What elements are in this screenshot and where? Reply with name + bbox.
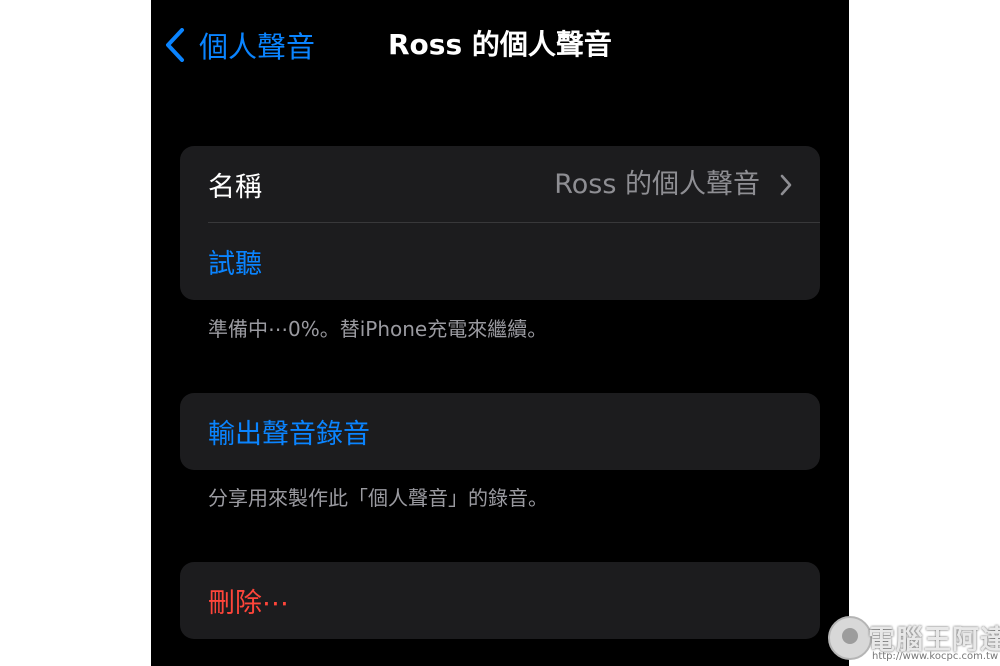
export-description-text: 分享用來製作此「個人聲音」的錄音。 <box>208 486 548 510</box>
page-title: Ross 的個人聲音 <box>388 28 612 61</box>
listen-row[interactable]: 試聽 <box>180 223 820 300</box>
name-label: 名稱 <box>208 172 262 203</box>
back-button[interactable]: 個人聲音 <box>165 24 315 66</box>
export-recordings-label: 輸出聲音錄音 <box>208 419 370 450</box>
navigation-bar: 個人聲音 Ross 的個人聲音 <box>151 0 849 90</box>
delete-group: 刪除⋯ <box>180 562 820 639</box>
listen-button-label: 試聽 <box>208 249 262 280</box>
settings-screen: 個人聲音 Ross 的個人聲音 名稱 Ross 的個人聲音 試聽 準備中⋯0%。… <box>151 0 849 666</box>
back-button-label: 個人聲音 <box>199 30 316 64</box>
export-recordings-row[interactable]: 輸出聲音錄音 <box>180 393 820 470</box>
watermark-logo-icon <box>828 616 872 660</box>
chevron-right-icon <box>780 174 792 196</box>
export-group: 輸出聲音錄音 <box>180 393 820 470</box>
delete-button-label: 刪除⋯ <box>208 588 289 619</box>
voice-info-group: 名稱 Ross 的個人聲音 試聽 <box>180 146 820 300</box>
chevron-left-icon <box>166 28 184 62</box>
name-row[interactable]: 名稱 Ross 的個人聲音 <box>180 146 820 223</box>
delete-row[interactable]: 刪除⋯ <box>180 562 820 639</box>
watermark-url: http://www.kocpc.com.tw <box>872 651 999 662</box>
preparing-status-text: 準備中⋯0%。替iPhone充電來繼續。 <box>208 317 548 341</box>
name-value: Ross 的個人聲音 <box>554 169 760 200</box>
watermark: 電腦王阿達 http://www.kocpc.com.tw <box>828 616 1000 664</box>
